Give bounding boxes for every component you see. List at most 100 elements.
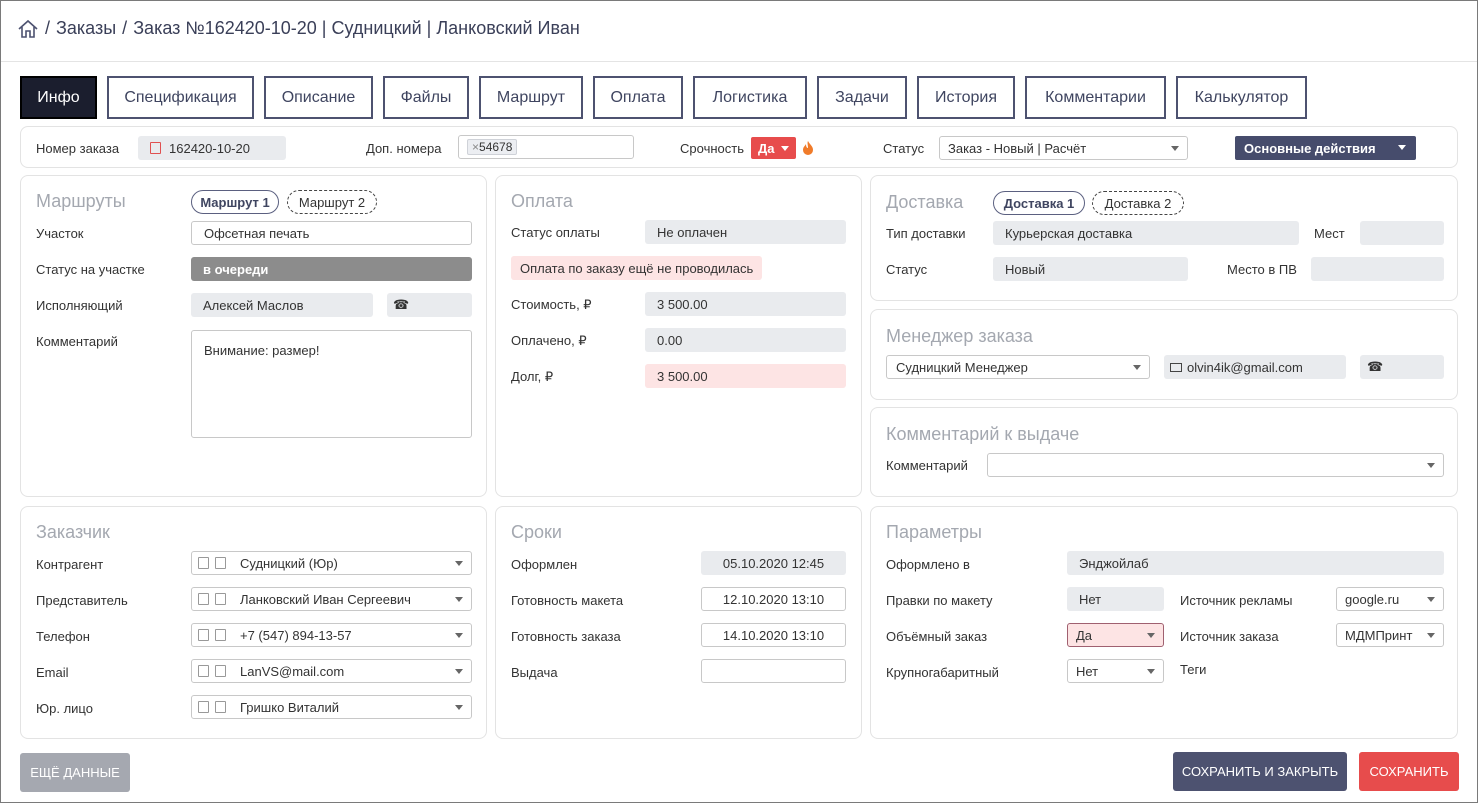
main-actions-dropdown[interactable]: Основные действия xyxy=(1235,136,1416,160)
remove-tag-icon[interactable]: × xyxy=(472,140,479,154)
order-source-value: МДМПринт xyxy=(1345,627,1413,643)
tab-info[interactable]: Инфо xyxy=(20,76,97,119)
copy-icon[interactable] xyxy=(150,142,161,154)
payment-status-label: Статус оплаты xyxy=(511,225,600,240)
executor-phone-field: ☎ xyxy=(387,293,472,317)
manager-name: Судницкий Менеджер xyxy=(896,359,1028,375)
tab-history[interactable]: История xyxy=(917,76,1015,119)
breadcrumb-order: Заказ №162420-10-20 | Судницкий | Ланков… xyxy=(133,18,580,38)
order-number-value: 162420-10-20 xyxy=(169,140,250,156)
delivery-2-pill[interactable]: Доставка 2 xyxy=(1092,191,1184,215)
issue-comment-select[interactable] xyxy=(987,453,1444,477)
order-source-select[interactable]: МДМПринт xyxy=(1336,623,1444,647)
issue-comment-label: Комментарий xyxy=(886,458,968,473)
breadcrumb-orders[interactable]: Заказы xyxy=(56,18,116,39)
manager-phone-field: ☎ xyxy=(1360,355,1444,379)
tab-specification[interactable]: Спецификация xyxy=(107,76,254,119)
copy-icon[interactable] xyxy=(215,557,226,569)
extra-number-tag[interactable]: ×54678 xyxy=(467,139,518,155)
routes-title: Маршруты xyxy=(36,191,126,211)
tab-route[interactable]: Маршрут xyxy=(479,76,583,119)
home-icon[interactable] xyxy=(17,19,39,39)
delivery-status-field: Новый xyxy=(993,257,1188,281)
extra-numbers-label: Доп. номера xyxy=(366,141,442,156)
layout-edits-label: Правки по макету xyxy=(886,593,993,608)
section-status-label: Статус на участке xyxy=(36,262,145,277)
cost-field: 3 500.00 xyxy=(645,292,846,316)
comment-textarea[interactable]: Внимание: размер! xyxy=(191,330,472,438)
save-button[interactable]: СОХРАНИТЬ xyxy=(1359,752,1459,791)
fire-icon xyxy=(803,141,813,155)
comment-label: Комментарий xyxy=(36,334,118,349)
oversized-label: Крупногабаритный xyxy=(886,665,999,680)
tab-calculator[interactable]: Калькулятор xyxy=(1176,76,1307,119)
route-2-pill[interactable]: Маршрут 2 xyxy=(287,190,377,214)
status-select[interactable]: Заказ - Новый | Расчёт xyxy=(939,136,1188,160)
contractor-label: Контрагент xyxy=(36,557,104,572)
chevron-down-icon xyxy=(780,145,789,151)
legal-entity-label: Юр. лицо xyxy=(36,701,93,716)
layout-ready-label: Готовность макета xyxy=(511,593,624,608)
contractor-value: Судницкий (Юр) xyxy=(240,555,338,571)
chevron-down-icon xyxy=(1398,145,1406,150)
ad-source-select[interactable]: google.ru xyxy=(1336,587,1444,611)
save-and-close-button[interactable]: СОХРАНИТЬ И ЗАКРЫТЬ xyxy=(1173,752,1347,791)
tab-tasks[interactable]: Задачи xyxy=(817,76,907,119)
bulk-order-select[interactable]: Да xyxy=(1067,623,1164,647)
edit-icon[interactable] xyxy=(198,557,209,569)
copy-icon[interactable] xyxy=(215,593,226,605)
copy-icon[interactable] xyxy=(215,665,226,677)
urgency-select[interactable]: Да xyxy=(751,137,796,159)
dates-title: Сроки xyxy=(511,522,562,542)
order-ready-field[interactable]: 14.10.2020 13:10 xyxy=(701,623,846,647)
contractor-select[interactable]: Судницкий (Юр) xyxy=(191,551,472,575)
cost-label: Стоимость, ₽ xyxy=(511,297,592,312)
email-label: Email xyxy=(36,665,69,680)
payment-status-field: Не оплачен xyxy=(645,220,846,244)
delivery-type-label: Тип доставки xyxy=(886,226,966,241)
delivery-1-pill[interactable]: Доставка 1 xyxy=(993,191,1085,215)
route-1-pill[interactable]: Маршрут 1 xyxy=(191,190,279,214)
issue-comment-title: Комментарий к выдаче xyxy=(886,424,1080,444)
pickup-place-field xyxy=(1311,257,1444,281)
edit-icon[interactable] xyxy=(198,629,209,641)
urgency-value: Да xyxy=(758,140,775,156)
tab-payment[interactable]: Оплата xyxy=(593,76,683,119)
more-data-button[interactable]: ЕЩЁ ДАННЫЕ xyxy=(20,753,130,792)
breadcrumb: / Заказы / Заказ №162420-10-20 | Судницк… xyxy=(17,18,580,39)
phone-select[interactable]: +7 (547) 894-13-57 xyxy=(191,623,472,647)
header: / Заказы / Заказ №162420-10-20 | Судницк… xyxy=(1,1,1477,62)
tab-logistics[interactable]: Логистика xyxy=(693,76,807,119)
extra-numbers-input[interactable]: ×54678 xyxy=(458,135,634,159)
params-title: Параметры xyxy=(886,522,982,542)
edit-icon[interactable] xyxy=(198,593,209,605)
dates-panel: Сроки Оформлен 05.10.2020 12:45 Готовнос… xyxy=(495,506,862,739)
manager-title: Менеджер заказа xyxy=(886,326,1033,346)
legal-entity-value: Гришко Виталий xyxy=(240,699,339,715)
tab-comments[interactable]: Комментарии xyxy=(1025,76,1166,119)
order-number-field[interactable]: 162420-10-20 xyxy=(138,136,286,160)
email-select[interactable]: LanVS@mail.com xyxy=(191,659,472,683)
manager-select[interactable]: Судницкий Менеджер xyxy=(886,355,1150,379)
legal-entity-select[interactable]: Гришко Виталий xyxy=(191,695,472,719)
copy-icon[interactable] xyxy=(215,629,226,641)
debt-field: 3 500.00 xyxy=(645,364,846,388)
extra-number-tag-text: 54678 xyxy=(479,140,513,154)
order-number-label: Номер заказа xyxy=(36,141,120,156)
tab-description[interactable]: Описание xyxy=(264,76,373,119)
oversized-select[interactable]: Нет xyxy=(1067,659,1164,683)
tab-files[interactable]: Файлы xyxy=(383,76,469,119)
copy-icon[interactable] xyxy=(215,701,226,713)
created-field: 05.10.2020 12:45 xyxy=(701,551,846,575)
issue-date-field[interactable] xyxy=(701,659,846,683)
places-field xyxy=(1360,221,1444,245)
edit-icon[interactable] xyxy=(198,701,209,713)
places-label: Мест xyxy=(1314,226,1345,241)
tab-bar: Инфо Спецификация Описание Файлы Маршрут… xyxy=(20,76,1317,119)
email-value: LanVS@mail.com xyxy=(240,663,345,679)
executor-label: Исполняющий xyxy=(36,298,123,313)
layout-ready-field[interactable]: 12.10.2020 13:10 xyxy=(701,587,846,611)
edit-icon[interactable] xyxy=(198,665,209,677)
representative-select[interactable]: Ланковский Иван Сергеевич xyxy=(191,587,472,611)
section-field[interactable]: Офсетная печать xyxy=(191,221,472,245)
